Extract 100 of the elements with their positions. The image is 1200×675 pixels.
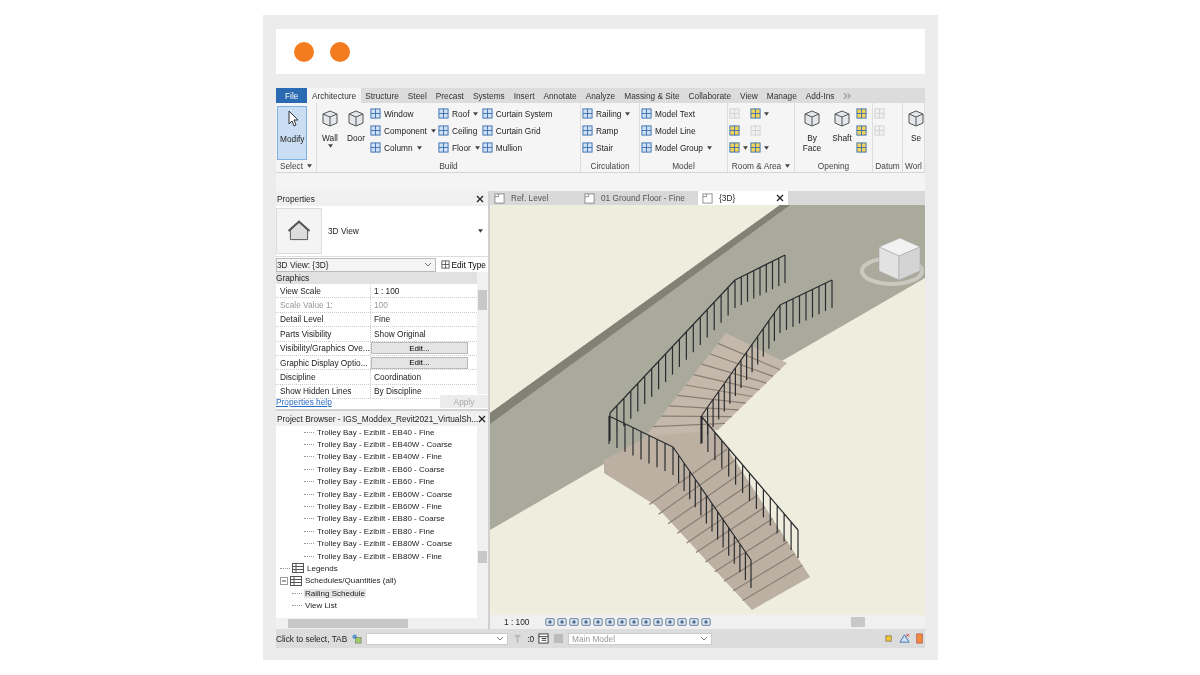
ribbon-button[interactable]: Se xyxy=(904,106,924,160)
grid-icon xyxy=(750,108,761,119)
ribbon-tab[interactable]: Architecture xyxy=(307,88,361,103)
scale-label[interactable]: 1 : 100 xyxy=(504,617,530,627)
display-icon[interactable] xyxy=(593,617,604,627)
tree-item[interactable]: Trolley Bay - Ezibilt - EB80W - Fine xyxy=(316,551,444,561)
ribbon-tab[interactable]: Manage xyxy=(762,88,802,103)
display-icon[interactable] xyxy=(701,617,712,627)
ribbon-button[interactable]: Curtain System xyxy=(481,106,553,121)
caret-icon xyxy=(416,145,422,150)
display-icon[interactable] xyxy=(629,617,640,627)
ribbon-tab[interactable]: Collaborate xyxy=(684,88,736,103)
ribbon-tab[interactable]: Annotate xyxy=(538,88,582,103)
tree-item[interactable]: Legends xyxy=(306,564,339,573)
ribbon-button[interactable]: Modify xyxy=(277,106,308,160)
ribbon-tab[interactable]: Precast xyxy=(431,88,469,103)
panel-title[interactable]: Room & Area xyxy=(728,160,794,172)
tool-button[interactable] xyxy=(729,140,748,155)
ribbon-button[interactable]: Mullion xyxy=(481,140,553,155)
ribbon-tab[interactable]: Structure xyxy=(360,88,404,103)
ribbon-button[interactable]: Roof xyxy=(437,106,480,121)
ribbon-button[interactable]: Door xyxy=(344,106,368,160)
tree-item[interactable]: Trolley Bay - Ezibilt - EB60 - Coarse xyxy=(316,464,446,474)
display-icon[interactable] xyxy=(689,617,700,627)
edit-type-button[interactable]: Edit Type xyxy=(438,259,488,270)
ribbon-button[interactable]: Model Text xyxy=(641,106,712,121)
ribbon-button[interactable]: Railing xyxy=(582,106,631,121)
display-icon[interactable] xyxy=(581,617,592,627)
tree-item[interactable]: Railing Schedule xyxy=(304,588,367,598)
panel-title[interactable]: Select xyxy=(276,160,316,172)
window-icon[interactable] xyxy=(538,633,550,644)
help-link[interactable]: Properties help xyxy=(276,396,332,407)
display-icon[interactable] xyxy=(557,617,568,627)
tool-button[interactable] xyxy=(750,140,769,155)
workset-icon[interactable] xyxy=(351,633,363,644)
ribbon-button[interactable]: Ramp xyxy=(582,123,631,138)
collapse-toggle[interactable] xyxy=(280,576,288,585)
tool-button[interactable] xyxy=(856,106,867,121)
tree-item[interactable]: Trolley Bay - Ezibilt - EB40 - Fine xyxy=(316,427,436,437)
property-value[interactable]: Coordination xyxy=(370,370,468,384)
sheet-icon xyxy=(584,192,595,204)
edit-button[interactable]: Edit... xyxy=(371,356,468,369)
ribbon-button[interactable]: Ceiling xyxy=(437,123,480,138)
display-icon[interactable] xyxy=(605,617,616,627)
property-value[interactable]: Show Original xyxy=(370,327,468,341)
ribbon-button[interactable]: Curtain Grid xyxy=(481,123,553,138)
display-icon[interactable] xyxy=(665,617,676,627)
property-value[interactable]: 1 : 100 xyxy=(370,284,468,298)
tool-button[interactable] xyxy=(856,123,867,138)
ribbon-tab[interactable]: Massing & Site xyxy=(619,88,685,103)
ribbon-tab[interactable]: Systems xyxy=(468,88,510,103)
ribbon-tab[interactable]: Insert xyxy=(509,88,539,103)
document-tab[interactable]: {3D} xyxy=(698,191,788,205)
type-selector[interactable]: 3D View xyxy=(276,206,488,257)
tree-item[interactable]: Trolley Bay - Ezibilt - EB60W - Coarse xyxy=(316,489,454,499)
close-icon[interactable] xyxy=(476,194,484,203)
ribbon-tab[interactable]: View xyxy=(735,88,763,103)
tree-item[interactable]: Schedules/Quantities (all) xyxy=(304,576,398,586)
ribbon-button[interactable]: Wall xyxy=(318,106,342,160)
tool-button[interactable] xyxy=(856,140,867,155)
ribbon-tab[interactable]: Add-Ins xyxy=(801,88,839,103)
ribbon-button[interactable]: Floor xyxy=(437,140,480,155)
ribbon-button[interactable]: Stair xyxy=(582,140,631,155)
tree-item[interactable]: View List xyxy=(304,601,338,611)
display-icon[interactable] xyxy=(569,617,580,627)
display-icon[interactable] xyxy=(617,617,628,627)
ribbon-tab[interactable]: Analyze xyxy=(581,88,620,103)
tree-item[interactable]: Trolley Bay - Ezibilt - EB80 - Coarse xyxy=(316,514,446,524)
ribbon-tab[interactable]: Steel xyxy=(403,88,432,103)
ribbon-button[interactable]: Window xyxy=(370,106,436,121)
tree-item[interactable]: Trolley Bay - Ezibilt - EB40W - Coarse xyxy=(316,440,454,450)
view-dropdown[interactable]: 3D View: {3D} xyxy=(276,257,436,272)
ribbon-button[interactable]: Component xyxy=(370,123,436,138)
caret-icon xyxy=(764,111,769,116)
grid-icon xyxy=(729,125,740,136)
group-header[interactable]: Graphics xyxy=(276,272,477,284)
scrollbar[interactable] xyxy=(276,618,488,629)
document-tab[interactable]: 01 Ground Floor - Fine xyxy=(580,191,698,205)
property-value[interactable]: Fine xyxy=(370,312,468,327)
edit-button[interactable]: Edit... xyxy=(371,342,468,355)
display-icon[interactable] xyxy=(653,617,664,627)
ribbon-tab[interactable]: File xyxy=(276,88,308,103)
tool-button[interactable] xyxy=(750,106,769,121)
close-icon[interactable] xyxy=(776,194,784,202)
display-icon[interactable] xyxy=(677,617,688,627)
tree-item[interactable]: Trolley Bay - Ezibilt - EB80 - Fine xyxy=(316,526,436,536)
tree-item[interactable]: Trolley Bay - Ezibilt - EB60 - Fine xyxy=(316,477,436,487)
ribbon-button[interactable]: Model Group xyxy=(641,140,712,155)
tree-item[interactable]: Trolley Bay - Ezibilt - EB80W - Coarse xyxy=(316,539,454,549)
tree-item[interactable]: Trolley Bay - Ezibilt - EB40W - Fine xyxy=(316,452,444,462)
scrollbar[interactable] xyxy=(477,272,488,394)
ribbon-button[interactable]: By Face xyxy=(796,106,828,160)
ribbon-button[interactable]: Shaft xyxy=(830,106,854,160)
tree-item[interactable]: Trolley Bay - Ezibilt - EB60W - Fine xyxy=(316,502,444,512)
display-icon[interactable] xyxy=(545,617,556,627)
document-tab[interactable]: Ref. Level xyxy=(490,191,580,205)
close-icon[interactable] xyxy=(478,414,487,423)
ribbon-button[interactable]: Column xyxy=(370,140,436,155)
display-icon[interactable] xyxy=(641,617,652,627)
ribbon-button[interactable]: Model Line xyxy=(641,123,712,138)
